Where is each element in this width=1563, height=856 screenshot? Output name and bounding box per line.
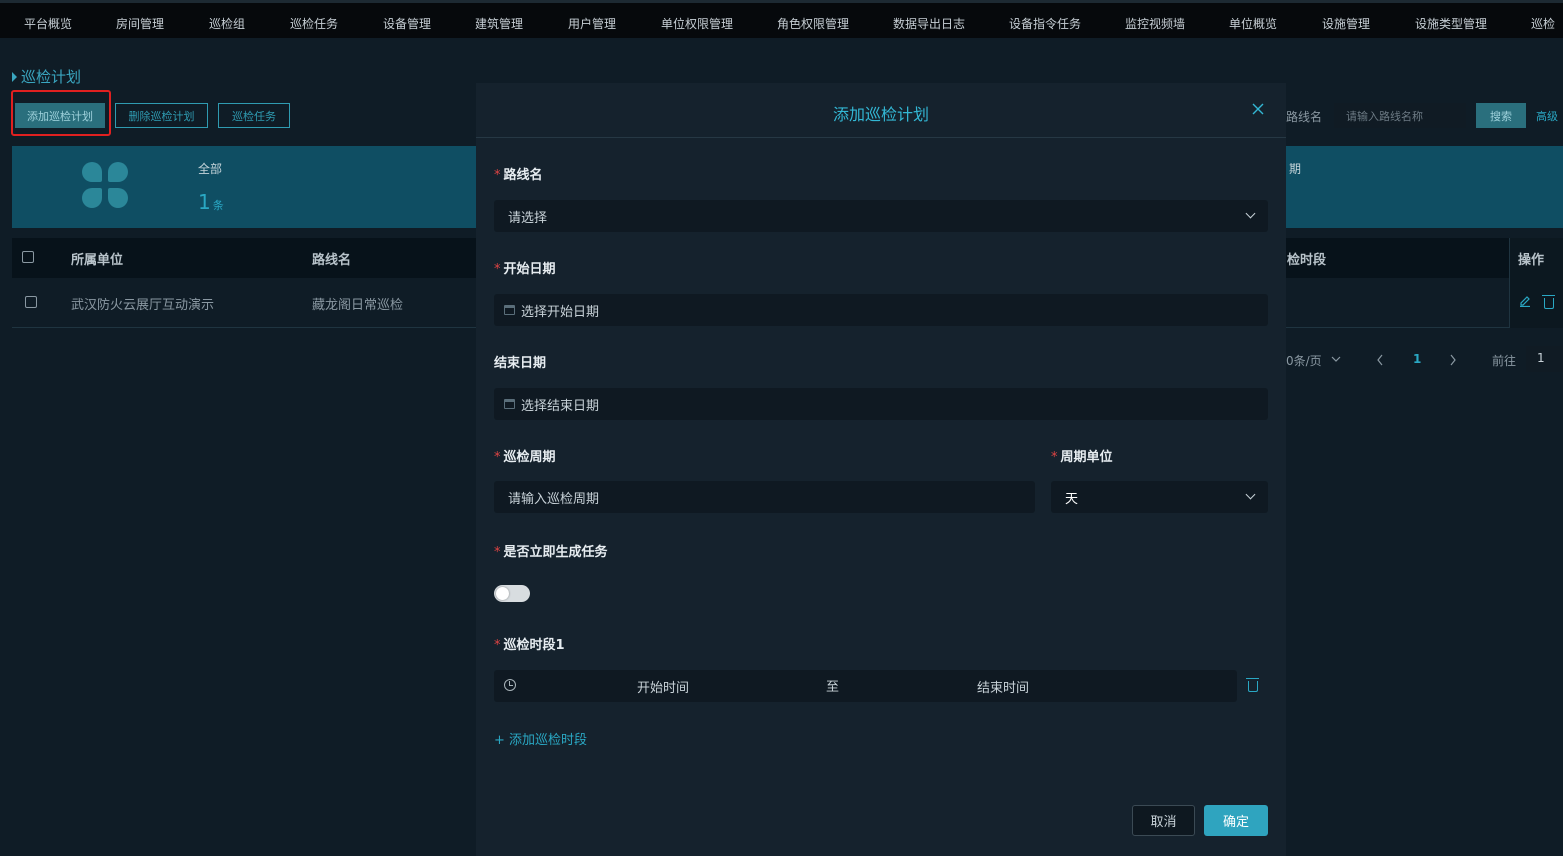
nav-item-facility-type-management[interactable]: 设施类型管理	[1415, 15, 1487, 32]
modal-header: 添加巡检计划	[476, 83, 1286, 138]
nav-item-device-management[interactable]: 设备管理	[383, 15, 431, 32]
page-title-text: 巡检计划	[21, 68, 82, 86]
generate-now-label: * 是否立即生成任务	[494, 545, 608, 560]
calendar-icon	[504, 399, 515, 409]
page-size-select[interactable]: 0条/页	[1286, 352, 1322, 369]
nav-item-unit-permissions[interactable]: 单位权限管理	[661, 15, 733, 32]
page-title: 巡检计划	[12, 66, 81, 87]
nav-item-user-management[interactable]: 用户管理	[568, 15, 616, 32]
stat-all-value: 1条	[198, 190, 224, 214]
prev-page-icon[interactable]	[1376, 354, 1384, 366]
cycle-input[interactable]: 请输入巡检周期	[494, 481, 1035, 513]
row-route: 藏龙阁日常巡检	[312, 298, 404, 313]
goto-input[interactable]: 1	[1526, 346, 1563, 372]
stat-partial-label: 期	[1289, 162, 1302, 176]
current-page[interactable]: 1	[1413, 352, 1421, 366]
row-checkbox[interactable]	[25, 296, 37, 308]
end-date-label: 结束日期	[494, 356, 547, 371]
period1-start[interactable]: 开始时间	[637, 677, 689, 696]
delete-plan-button[interactable]: 删除巡检计划	[115, 103, 208, 128]
delete-icon[interactable]	[1542, 295, 1555, 309]
next-page-icon[interactable]	[1449, 354, 1457, 366]
period1-separator: 至	[826, 680, 840, 695]
nav-item-device-command[interactable]: 设备指令任务	[1009, 15, 1081, 32]
nav-item-platform-overview[interactable]: 平台概览	[24, 15, 72, 32]
clock-icon	[504, 679, 516, 691]
nav-item-unit-overview[interactable]: 单位概览	[1229, 15, 1277, 32]
cancel-button[interactable]: 取消	[1132, 805, 1195, 836]
period1-label: * 巡检时段1	[494, 638, 565, 653]
cycle-unit-label: * 周期单位	[1051, 450, 1113, 465]
caret-right-icon	[12, 71, 17, 82]
chevron-down-icon	[1245, 208, 1256, 219]
delete-period-icon[interactable]	[1246, 678, 1259, 692]
header-route: 路线名	[312, 253, 352, 268]
route-name-label: 路线名	[1286, 110, 1323, 124]
nav-item-building-management[interactable]: 建筑管理	[475, 15, 523, 32]
modal-title: 添加巡检计划	[832, 105, 929, 124]
add-period-link[interactable]: + 添加巡检时段	[494, 729, 587, 748]
period1-range-picker[interactable]: 开始时间 至 结束时间	[494, 670, 1237, 702]
goto-label: 前往	[1492, 354, 1517, 368]
start-date-label: * 开始日期	[494, 262, 556, 277]
advanced-search-link[interactable]: 高级	[1536, 108, 1558, 124]
toggle-knob	[496, 587, 509, 600]
header-ops: 操作	[1518, 253, 1545, 268]
edit-icon[interactable]	[1519, 295, 1531, 307]
nav-item-room-management[interactable]: 房间管理	[116, 15, 164, 32]
select-all-checkbox[interactable]	[22, 251, 34, 263]
end-date-picker[interactable]: 选择结束日期	[494, 388, 1268, 420]
calendar-icon	[504, 305, 515, 315]
cycle-unit-select[interactable]: 天	[1051, 481, 1268, 513]
stat-all-label: 全部	[198, 162, 223, 176]
top-nav: 平台概览 房间管理 巡检组 巡检任务 设备管理 建筑管理 用户管理 单位权限管理…	[0, 0, 1563, 38]
inspection-tasks-button[interactable]: 巡检任务	[218, 103, 290, 128]
nav-item-role-permissions[interactable]: 角色权限管理	[777, 15, 849, 32]
generate-now-toggle[interactable]	[494, 585, 530, 602]
route-select[interactable]: 请选择	[494, 200, 1268, 232]
period1-end[interactable]: 结束时间	[977, 677, 1029, 696]
start-date-picker[interactable]: 选择开始日期	[494, 294, 1268, 326]
add-plan-modal: 添加巡检计划	[476, 83, 1286, 856]
route-search-input[interactable]: 请输入路线名称	[1334, 103, 1466, 128]
nav-item-video-wall[interactable]: 监控视频墙	[1125, 15, 1185, 32]
add-plan-button[interactable]: 添加巡检计划	[15, 103, 105, 128]
chevron-down-icon	[1331, 356, 1341, 362]
route-label: * 路线名	[494, 168, 543, 183]
cycle-label: * 巡检周期	[494, 450, 556, 465]
nav-item-export-log[interactable]: 数据导出日志	[893, 15, 965, 32]
nav-item-inspection-partial[interactable]: 巡检	[1531, 15, 1555, 32]
row-unit: 武汉防火云展厅互动演示	[71, 298, 215, 313]
clover-icon	[82, 162, 128, 208]
nav-item-facility-management[interactable]: 设施管理	[1322, 15, 1370, 32]
search-button[interactable]: 搜索	[1476, 103, 1526, 128]
confirm-button[interactable]: 确定	[1204, 805, 1268, 836]
header-unit: 所属单位	[71, 253, 124, 268]
chevron-down-icon	[1245, 489, 1256, 500]
close-icon[interactable]	[1252, 103, 1264, 115]
nav-item-inspection-group[interactable]: 巡检组	[209, 15, 245, 32]
header-period: 检时段	[1287, 253, 1327, 268]
nav-item-inspection-task[interactable]: 巡检任务	[290, 15, 338, 32]
